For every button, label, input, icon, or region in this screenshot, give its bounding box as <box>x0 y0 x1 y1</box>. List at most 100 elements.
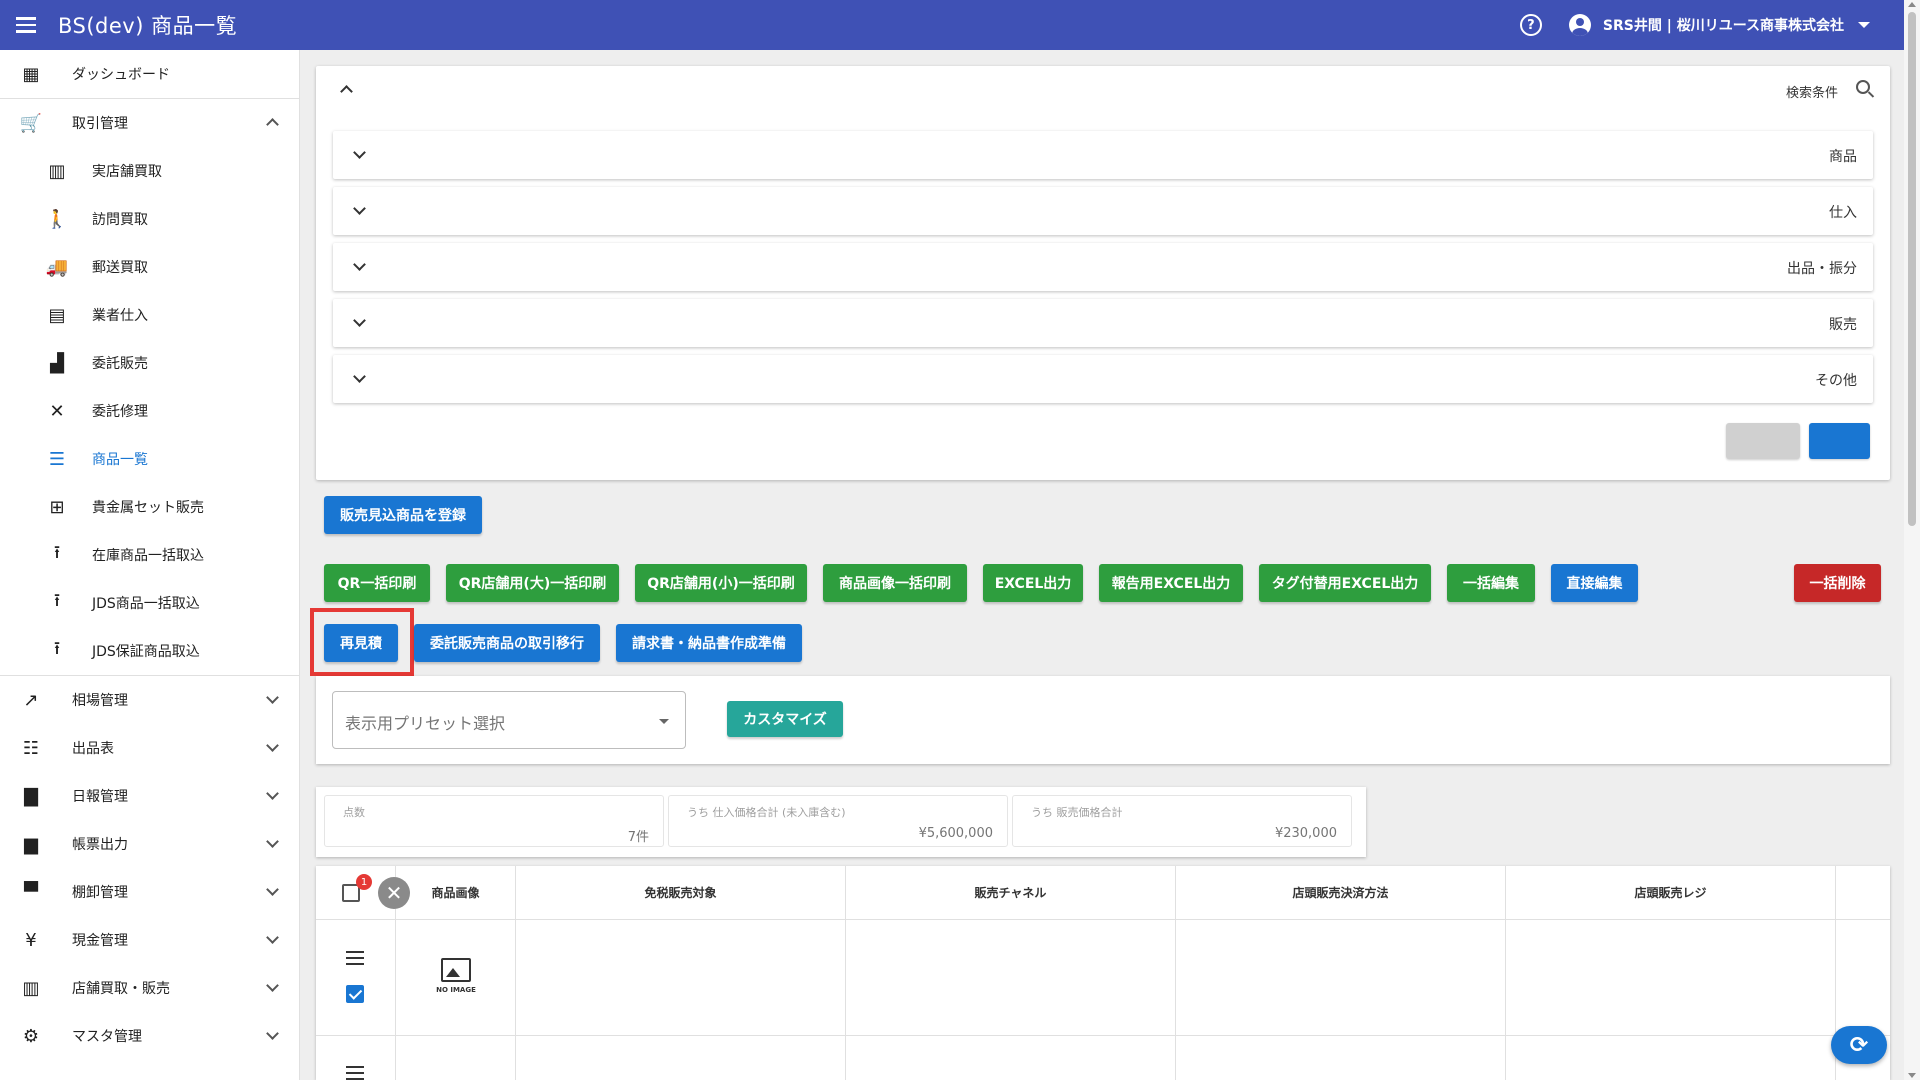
sidebar-item-inventory[interactable]: ▀ 棚卸管理 <box>0 868 299 916</box>
checklist-icon: ☷ <box>22 737 40 759</box>
document-icon: ▇ <box>24 785 38 807</box>
sidebar-item-consignment-repair[interactable]: ✕ 委託修理 <box>0 387 299 435</box>
accordion-sales[interactable]: 販売 <box>333 299 1873 347</box>
summary-value: ¥230,000 <box>1274 826 1337 841</box>
search-icon[interactable] <box>1856 80 1870 94</box>
sidebar-item-cash[interactable]: ¥ 現金管理 <box>0 916 299 964</box>
caret-down-icon[interactable] <box>1858 22 1870 28</box>
sidebar-item-store-purchase[interactable]: ▥ 実店舗買取 <box>0 147 299 195</box>
direct-edit-button[interactable]: 直接編集 <box>1551 564 1638 602</box>
chevron-down-icon <box>266 835 279 848</box>
sidebar-item-dashboard[interactable]: ▦ ダッシュボード <box>0 50 299 98</box>
column-header[interactable]: 店頭販売レジ <box>1506 866 1836 920</box>
upload-icon: ⭱ <box>53 590 61 611</box>
drag-handle-icon[interactable] <box>346 951 364 965</box>
sidebar-item-daily-report[interactable]: ▇ 日報管理 <box>0 772 299 820</box>
chevron-down-icon <box>266 1027 279 1040</box>
preset-select[interactable]: 表示用プリセット選択 <box>332 691 686 749</box>
selected-count-badge: 1 <box>356 874 372 890</box>
sidebar-item-master[interactable]: ⚙ マスタ管理 <box>0 1012 299 1060</box>
accordion-label: 販売 <box>1829 317 1857 333</box>
accordion-listing[interactable]: 出品・振分 <box>333 243 1873 291</box>
user-menu[interactable]: SRS井間 | 桜川リユース商事株式会社 <box>1603 15 1844 35</box>
accordion-label: その他 <box>1815 373 1857 389</box>
image-bulk-print-button[interactable]: 商品画像一括印刷 <box>823 564 967 602</box>
summary-label: 点数 <box>343 806 365 819</box>
search-button[interactable] <box>1809 423 1870 459</box>
chevron-down-icon <box>266 739 279 752</box>
sidebar-item-consignment-sale[interactable]: ▟ 委託販売 <box>0 339 299 387</box>
sidebar-item-jds-import[interactable]: ⭱ JDS商品一括取込 <box>0 579 299 627</box>
menu-icon[interactable] <box>16 13 40 37</box>
scroll-up-icon[interactable] <box>1908 2 1916 7</box>
sidebar-item-label: 郵送買取 <box>92 260 148 276</box>
sidebar: ▦ ダッシュボード 🛒 取引管理 ▥ 実店舗買取 🚶 訪問買取 🚚 郵送買取 ▤… <box>0 50 300 1080</box>
clear-search-button[interactable] <box>1726 423 1800 459</box>
drag-handle-icon[interactable] <box>346 1066 364 1080</box>
consignment-transfer-button[interactable]: 委託販売商品の取引移行 <box>414 624 600 662</box>
sidebar-item-transactions[interactable]: 🛒 取引管理 <box>0 99 299 147</box>
register-forecast-button[interactable]: 販売見込商品を登録 <box>324 496 482 534</box>
search-title: 検索条件 <box>1785 86 1838 101</box>
accordion-purchase[interactable]: 仕入 <box>333 187 1873 235</box>
sidebar-item-label: 帳票出力 <box>72 837 128 853</box>
sidebar-item-product-list[interactable]: ☰ 商品一覧 <box>0 435 299 483</box>
sidebar-item-vendor-purchase[interactable]: ▤ 業者仕入 <box>0 291 299 339</box>
sidebar-item-market[interactable]: ↗ 相場管理 <box>0 676 299 724</box>
sidebar-item-label: 日報管理 <box>72 789 128 805</box>
chevron-up-icon <box>266 118 279 131</box>
accordion-label: 仕入 <box>1829 205 1857 221</box>
refresh-button[interactable]: ⟳ <box>1831 1026 1887 1064</box>
product-table: 1 ✕ 商品画像 免税販売対象 販売チャネル 店頭販売決済方法 店頭販売レジ N… <box>316 866 1890 1080</box>
tag-excel-button[interactable]: タグ付替用EXCEL出力 <box>1259 564 1431 602</box>
column-header[interactable]: 免税販売対象 <box>516 866 846 920</box>
chevron-up-icon[interactable] <box>340 85 353 98</box>
bulk-delete-button[interactable]: 一括削除 <box>1794 564 1881 602</box>
report-excel-button[interactable]: 報告用EXCEL出力 <box>1099 564 1243 602</box>
table-cell <box>846 920 1176 1036</box>
excel-export-button[interactable]: EXCEL出力 <box>983 564 1083 602</box>
no-image-icon: NO IMAGE <box>436 958 476 998</box>
invoice-prep-button[interactable]: 請求書・納品書作成準備 <box>616 624 802 662</box>
reestimate-button[interactable]: 再見積 <box>324 624 398 662</box>
sidebar-item-jds-warranty-import[interactable]: ⭱ JDS保証商品取込 <box>0 627 299 675</box>
upload-icon: ⭱ <box>53 542 61 563</box>
scrollbar-thumb[interactable] <box>1908 12 1916 526</box>
sidebar-item-label: 委託修理 <box>92 404 148 420</box>
walk-icon: 🚶 <box>45 208 69 230</box>
scrollbar[interactable] <box>1904 0 1920 1080</box>
column-header[interactable]: 店頭販売決済方法 <box>1176 866 1506 920</box>
sidebar-item-forms-output[interactable]: ▆ 帳票出力 <box>0 820 299 868</box>
scroll-down-icon[interactable] <box>1908 1073 1916 1078</box>
no-image-label: NO IMAGE <box>436 986 476 994</box>
help-icon[interactable]: ? <box>1519 14 1542 36</box>
customize-button[interactable]: カスタマイズ <box>727 701 843 737</box>
accordion-other[interactable]: その他 <box>333 355 1873 403</box>
sidebar-item-mail-purchase[interactable]: 🚚 郵送買取 <box>0 243 299 291</box>
chevron-down-icon <box>353 146 366 159</box>
column-header[interactable]: 商品画像 <box>396 866 516 920</box>
sidebar-item-listing[interactable]: ☷ 出品表 <box>0 724 299 772</box>
sidebar-item-visit-purchase[interactable]: 🚶 訪問買取 <box>0 195 299 243</box>
qr-bulk-print-button[interactable]: QR一括印刷 <box>324 564 430 602</box>
chevron-down-icon <box>353 202 366 215</box>
account-icon[interactable] <box>1568 14 1591 36</box>
chevron-down-icon <box>266 691 279 704</box>
bulk-edit-button[interactable]: 一括編集 <box>1447 564 1535 602</box>
list-icon: ☰ <box>48 448 66 470</box>
row-checkbox[interactable] <box>346 985 364 1003</box>
table-row <box>316 920 396 1036</box>
truck-icon: 🚚 <box>45 256 69 278</box>
column-header[interactable]: 販売チャネル <box>846 866 1176 920</box>
qr-store-large-print-button[interactable]: QR店舗用(大)一括印刷 <box>446 564 619 602</box>
sidebar-item-precious-metal-set[interactable]: ⊞ 貴金属セット販売 <box>0 483 299 531</box>
chevron-down-icon <box>266 787 279 800</box>
grid-icon: ⊞ <box>49 496 65 518</box>
sidebar-item-store-trade[interactable]: ▥ 店舗買取・販売 <box>0 964 299 1012</box>
sidebar-item-stock-import[interactable]: ⭱ 在庫商品一括取込 <box>0 531 299 579</box>
tools-icon: ✕ <box>49 400 65 422</box>
accordion-product[interactable]: 商品 <box>333 131 1873 179</box>
cart-icon: 🛒 <box>19 112 43 134</box>
qr-store-small-print-button[interactable]: QR店舗用(小)一括印刷 <box>635 564 807 602</box>
sidebar-item-label: ダッシュボード <box>72 67 170 83</box>
